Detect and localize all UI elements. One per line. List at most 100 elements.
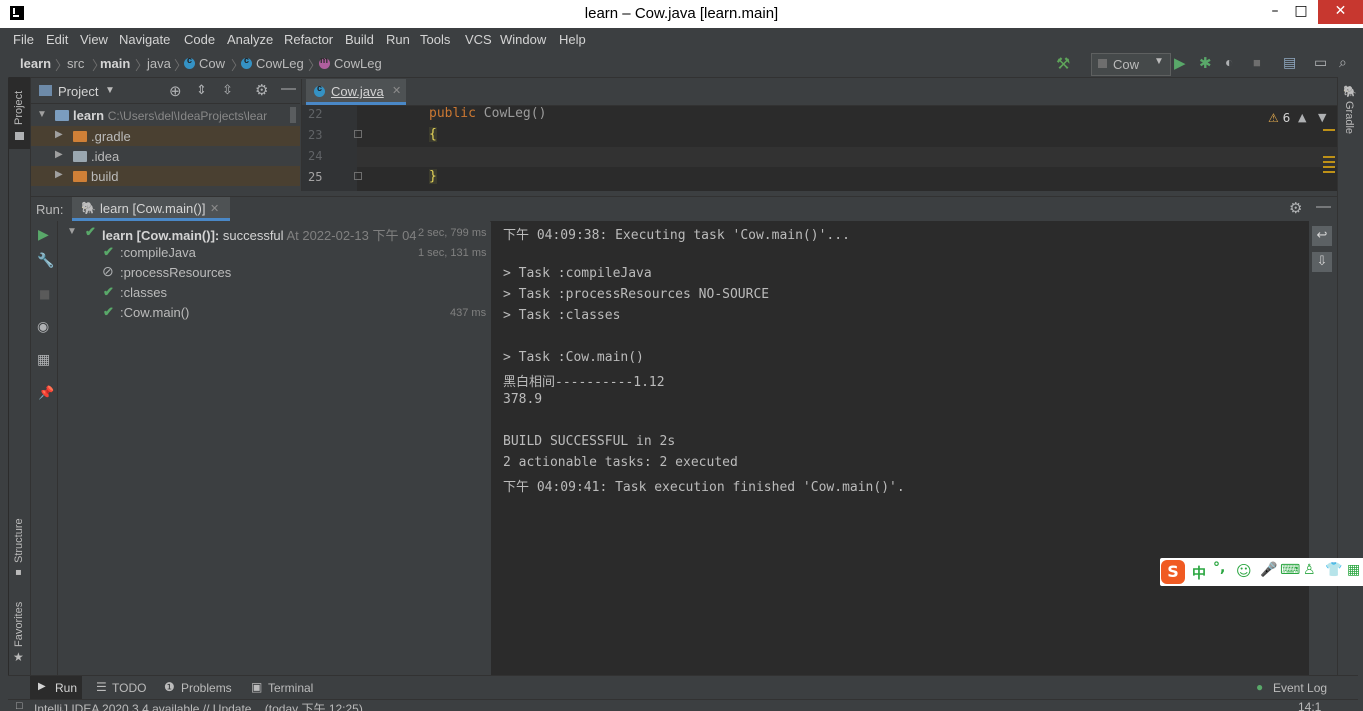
previous-highlight-icon[interactable]: ▲ <box>1298 111 1306 124</box>
tab-cow-java[interactable]: Cow.java ✕ <box>306 79 406 105</box>
menu-window[interactable]: Window <box>500 32 546 47</box>
tree-item-learn[interactable]: ▼ learn C:\Users\del\IdeaProjects\lear <box>31 106 300 126</box>
debug-icon[interactable]: ✱ <box>1199 54 1212 72</box>
microphone-icon[interactable]: 🎤 <box>1260 562 1277 578</box>
stop-icon[interactable]: ■ <box>1253 55 1261 70</box>
menu-navigate[interactable]: Navigate <box>119 32 170 47</box>
wrench-icon[interactable]: 🔧 <box>37 253 54 269</box>
gear-icon[interactable]: ⚙ <box>255 81 268 99</box>
user-icon[interactable]: ♙ <box>1303 562 1316 578</box>
breadcrumb-learn[interactable]: learn <box>20 56 51 71</box>
breadcrumb-src[interactable]: src <box>67 56 84 71</box>
tree-item-gradle[interactable]: ▶ .gradle <box>31 126 300 146</box>
menu-code[interactable]: Code <box>184 32 215 47</box>
emoji-icon[interactable]: ☺ <box>1236 562 1252 580</box>
fold-icon[interactable] <box>354 172 362 180</box>
menu-refactor[interactable]: Refactor <box>284 32 333 47</box>
search-icon[interactable]: ⌕ <box>1339 54 1347 71</box>
minimize-button[interactable]: – <box>1261 0 1289 24</box>
error-stripe-mark[interactable] <box>1323 129 1335 131</box>
menu-tools[interactable]: Tools <box>420 32 450 47</box>
breadcrumb-cow[interactable]: Cow <box>184 55 225 71</box>
menu-build[interactable]: Build <box>345 32 374 47</box>
bottom-tab-run[interactable]: ▶ Run <box>30 676 82 700</box>
bottom-tab-label: TODO <box>112 681 147 695</box>
coverage-icon[interactable]: ◐ <box>1225 54 1233 70</box>
project-panel-header: Project ▼ ⊕ ⇕ ⇳ ⚙ — <box>31 79 300 104</box>
toolbox-icon[interactable]: ▦ <box>1347 562 1360 578</box>
layout-icon[interactable]: ▦ <box>37 352 50 368</box>
status-message[interactable]: IntelliJ IDEA 2020.3.4 available // Upda… <box>34 700 363 711</box>
bottom-tool-bar: ▶ Run ☰ TODO ❶ Problems ▣ Terminal ● Eve… <box>8 675 1358 700</box>
run-tree-task[interactable]: ✔ :Cow.main() 437 ms <box>58 303 490 323</box>
gradle-tool-tab[interactable]: 🐘 Gradle <box>1338 83 1359 143</box>
tree-item-build[interactable]: ▶ build <box>31 166 300 186</box>
run-configuration-select[interactable]: Cow ▼ <box>1091 53 1171 76</box>
breadcrumb-cowleg-class[interactable]: CowLeg <box>241 55 304 71</box>
pin-icon[interactable]: 📌 <box>38 386 54 401</box>
menu-edit[interactable]: Edit <box>46 32 68 47</box>
project-view-label[interactable]: Project <box>58 84 98 99</box>
error-stripe-mark[interactable] <box>1323 156 1335 158</box>
run-tree-task[interactable]: ✔ :classes <box>58 283 490 303</box>
project-tool-tab[interactable]: Project <box>9 77 30 149</box>
menu-run[interactable]: Run <box>386 32 410 47</box>
menu-view[interactable]: View <box>80 32 108 47</box>
soft-wrap-icon[interactable]: ↩ <box>1312 226 1332 246</box>
favorites-tool-tab[interactable]: Favorites ★ <box>9 592 30 672</box>
breadcrumb-java[interactable]: java <box>147 56 171 71</box>
next-highlight-icon[interactable]: ▼ <box>1318 111 1326 124</box>
ime-mode-label[interactable]: 中 <box>1192 563 1206 583</box>
hide-icon[interactable]: — <box>281 80 296 97</box>
menu-analyze[interactable]: Analyze <box>227 32 273 47</box>
error-stripe-mark[interactable] <box>1323 161 1335 163</box>
terminal-window-icon[interactable]: ▭ <box>1314 54 1327 71</box>
scrollbar[interactable] <box>290 107 296 123</box>
close-tab-icon[interactable]: ✕ <box>210 202 219 215</box>
close-button[interactable]: ✕ <box>1318 0 1363 24</box>
rerun-icon[interactable]: ▶ <box>38 227 49 243</box>
menu-file[interactable]: File <box>13 32 34 47</box>
eye-icon[interactable]: ◉ <box>37 319 49 335</box>
console-line: 378.9 <box>503 392 543 407</box>
warnings-indicator[interactable]: ⚠ 6 <box>1268 111 1290 125</box>
breadcrumb-cowleg-method[interactable]: CowLeg <box>319 55 382 71</box>
menu-vcs[interactable]: VCS <box>465 32 492 47</box>
caret-position[interactable]: 14:1 <box>1298 700 1321 711</box>
punctuation-icon[interactable]: °, <box>1213 560 1225 576</box>
sogou-logo-icon[interactable]: S <box>1161 560 1185 584</box>
run-tab[interactable]: 🐘 learn [Cow.main()] ✕ <box>72 197 230 221</box>
collapse-all-icon[interactable]: ⇳ <box>222 82 233 98</box>
build-hammer-icon[interactable]: ⚒ <box>1056 54 1070 74</box>
run-tree-task[interactable]: ⊘ :processResources <box>58 263 490 283</box>
gear-icon[interactable]: ⚙ <box>1289 199 1302 217</box>
maximize-button[interactable]: □ <box>1287 0 1315 24</box>
breadcrumb-main[interactable]: main <box>100 56 130 71</box>
locate-icon[interactable]: ⊕ <box>169 82 182 100</box>
error-stripe-mark[interactable] <box>1323 171 1335 173</box>
fold-icon[interactable] <box>354 130 362 138</box>
project-structure-icon[interactable]: ▤ <box>1283 54 1296 71</box>
close-tab-icon[interactable]: ✕ <box>392 84 401 97</box>
menu-help[interactable]: Help <box>559 32 586 47</box>
task-duration: 437 ms <box>450 307 487 319</box>
stop-icon[interactable]: ■ <box>39 287 50 301</box>
tree-item-idea[interactable]: ▶ .idea <box>31 146 300 166</box>
tree-root-name: learn <box>73 108 105 123</box>
expand-all-icon[interactable]: ⇕ <box>196 82 207 98</box>
skin-icon[interactable]: 👕 <box>1325 562 1342 578</box>
run-tree-root[interactable]: ▼ ✔ learn [Cow.main()]: successful At 20… <box>58 223 490 243</box>
structure-tab-label: Structure <box>13 518 25 563</box>
code-area[interactable]: 22 public CowLeg() 23 { 24 25 } <box>302 105 1337 191</box>
hide-icon[interactable]: — <box>1316 198 1331 215</box>
status-toggle-icon[interactable]: □ <box>16 700 23 711</box>
folder-icon <box>73 131 87 142</box>
run-icon[interactable]: ▶ <box>1174 54 1186 72</box>
scroll-to-end-icon[interactable]: ⇩ <box>1312 252 1332 272</box>
structure-tool-tab[interactable]: Structure ▪ <box>9 507 30 587</box>
console-output[interactable]: 下午 04:09:38: Executing task 'Cow.main()'… <box>491 221 1309 675</box>
keyboard-icon[interactable]: ⌨ <box>1280 562 1300 578</box>
chevron-down-icon[interactable]: ▼ <box>105 85 115 96</box>
run-tree-task[interactable]: ✔ :compileJava 1 sec, 131 ms <box>58 243 490 263</box>
error-stripe-mark[interactable] <box>1323 166 1335 168</box>
